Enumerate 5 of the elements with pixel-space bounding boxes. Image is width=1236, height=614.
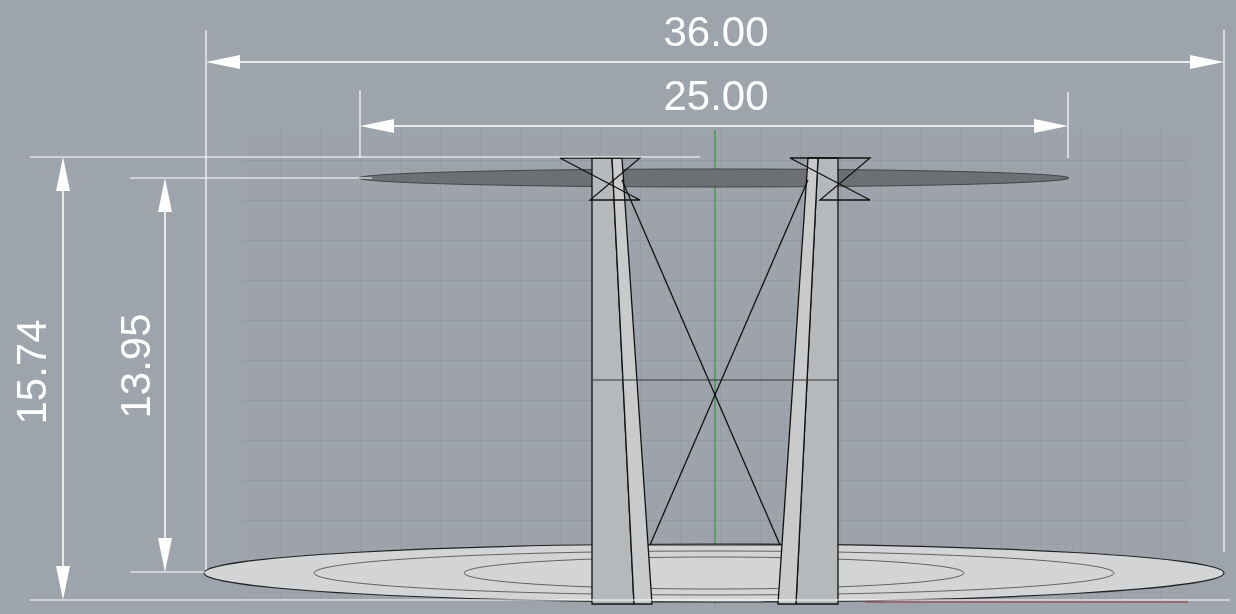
dimension-value: 13.95 (112, 313, 159, 419)
extension-line (1067, 91, 1069, 159)
dimension-value: 25.00 (663, 72, 769, 119)
dimension-value: 15.74 (8, 319, 55, 425)
dimension-value: 36.00 (663, 8, 769, 55)
